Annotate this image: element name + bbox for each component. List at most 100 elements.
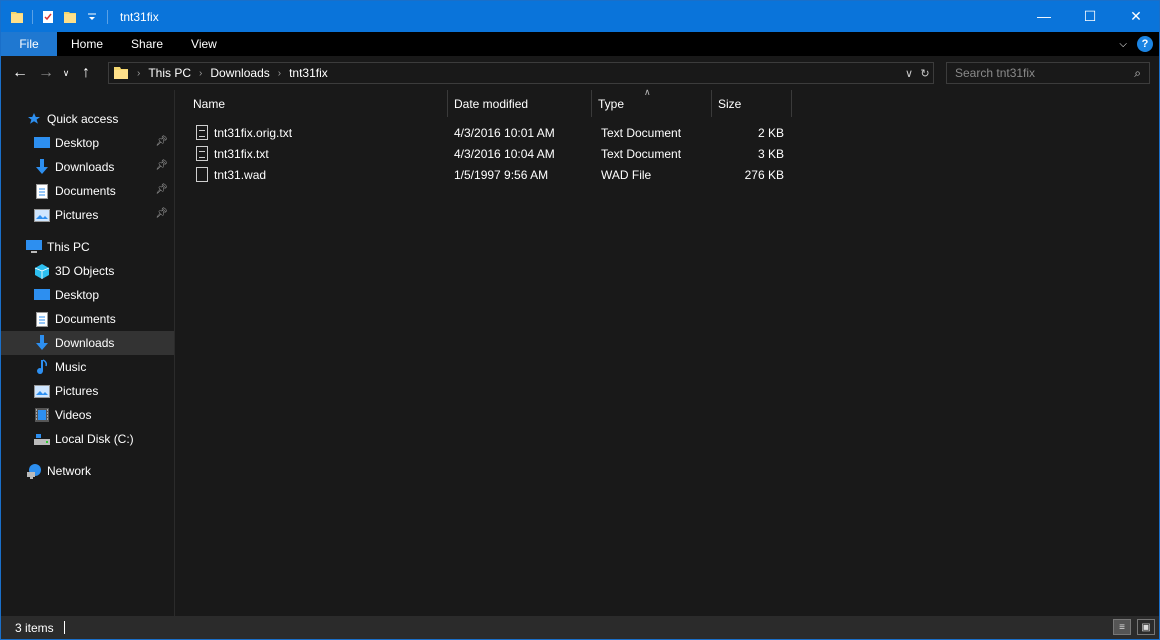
pin-icon[interactable]: 📌︎ (155, 208, 168, 219)
sidebar-item-quick-access[interactable]: Quick access (1, 107, 174, 131)
sidebar-item-3d-objects[interactable]: 3D Objects (1, 259, 174, 283)
search-input[interactable] (955, 66, 1125, 80)
file-size: 3 KB (757, 146, 784, 161)
minimize-button[interactable]: — (1021, 1, 1067, 31)
drive-icon (34, 431, 50, 447)
address-dropdown-icon[interactable]: ∨ (901, 67, 917, 80)
downloads-icon (34, 335, 50, 351)
column-header-size[interactable]: Size (712, 90, 792, 117)
sidebar-item-downloads[interactable]: Downloads 📌︎ (1, 155, 174, 179)
file-rows: tnt31fix.orig.txt 4/3/2016 10:01 AM Text… (176, 122, 784, 185)
pictures-icon (34, 383, 50, 399)
3d-objects-icon (34, 263, 50, 279)
sidebar-item-desktop[interactable]: Desktop (1, 283, 174, 307)
details-view-icon[interactable]: ≡ (1113, 619, 1131, 635)
folder-icon (114, 67, 128, 79)
tab-home[interactable]: Home (57, 32, 117, 56)
table-row[interactable]: tnt31fix.txt 4/3/2016 10:04 AM Text Docu… (176, 143, 784, 164)
divider (107, 9, 108, 24)
breadcrumb-tnt31fix[interactable]: tnt31fix (289, 66, 328, 80)
sidebar-item-label: Downloads (55, 160, 115, 174)
address-bar[interactable]: › This PC › Downloads › tnt31fix ∨ ↻ (108, 62, 934, 84)
sidebar-item-label: Desktop (55, 136, 100, 150)
sidebar-item-pictures[interactable]: Pictures (1, 379, 174, 403)
file-date: 1/5/1997 9:56 AM (454, 167, 549, 182)
breadcrumb-downloads[interactable]: Downloads (210, 66, 269, 80)
recent-locations-button[interactable]: ∨ (59, 59, 73, 87)
large-icons-view-icon[interactable]: ▣ (1137, 619, 1155, 635)
column-header-type[interactable]: Type ∧ (592, 87, 712, 117)
documents-icon (34, 311, 50, 327)
folder-icon (11, 11, 23, 23)
customize-toolbar-icon[interactable] (85, 10, 99, 24)
item-count: 3 items (15, 620, 54, 635)
column-header-name[interactable]: Name (176, 90, 448, 117)
file-size: 2 KB (757, 125, 784, 140)
sidebar-item-label: Music (55, 360, 87, 374)
search-icon[interactable]: ⌕ (1134, 66, 1141, 81)
sidebar-item-label: Downloads (55, 336, 115, 350)
tab-share[interactable]: Share (117, 32, 177, 56)
chevron-right-icon[interactable]: › (278, 68, 281, 79)
view-toggles: ≡ ▣ (1113, 619, 1155, 635)
star-icon (26, 111, 42, 127)
new-folder-icon[interactable] (63, 10, 77, 24)
column-header-label: Type (598, 96, 625, 111)
sidebar-item-local-disk[interactable]: Local Disk (C:) (1, 427, 174, 451)
divider (63, 621, 65, 634)
sidebar-item-label: Documents (55, 312, 116, 326)
column-headers: Name Date modified Type ∧ Size (176, 87, 1159, 117)
pin-icon[interactable]: 📌︎ (155, 136, 168, 147)
table-row[interactable]: tnt31fix.orig.txt 4/3/2016 10:01 AM Text… (176, 122, 784, 143)
divider (32, 9, 33, 24)
search-box[interactable]: ⌕ (946, 62, 1150, 84)
sidebar-item-videos[interactable]: Videos (1, 403, 174, 427)
sidebar-item-label: Quick access (47, 112, 119, 126)
sidebar-item-documents[interactable]: Documents 📌︎ (1, 179, 174, 203)
pin-icon[interactable]: 📌︎ (155, 160, 168, 171)
pictures-icon (34, 207, 50, 223)
sidebar-item-label: Network (47, 464, 92, 478)
sort-ascending-icon: ∧ (644, 87, 651, 97)
file-list: Name Date modified Type ∧ Size tnt31fix.… (176, 87, 1159, 616)
breadcrumb-this-pc[interactable]: This PC (148, 66, 191, 80)
ribbon-right: ⌵ ? (1119, 36, 1153, 52)
sidebar-item-label: Pictures (55, 384, 99, 398)
tab-file[interactable]: File (1, 32, 57, 56)
table-row[interactable]: tnt31.wad 1/5/1997 9:56 AM WAD File 276 … (176, 164, 784, 185)
maximize-button[interactable]: ☐ (1067, 1, 1113, 31)
file-name: tnt31fix.orig.txt (214, 125, 293, 140)
quick-access-toolbar (10, 9, 116, 24)
sidebar-item-network[interactable]: Network (1, 459, 174, 483)
file-name: tnt31.wad (214, 167, 267, 182)
desktop-icon (34, 135, 50, 151)
close-button[interactable]: ✕ (1113, 1, 1159, 31)
sidebar-item-this-pc[interactable]: This PC (1, 235, 174, 259)
ribbon-tabs: File Home Share View ⌵ ? (1, 32, 1159, 56)
sidebar-item-label: 3D Objects (55, 264, 115, 278)
music-icon (34, 359, 50, 375)
sidebar-item-documents[interactable]: Documents (1, 307, 174, 331)
desktop-icon (34, 287, 50, 303)
properties-icon[interactable] (41, 10, 55, 24)
refresh-icon[interactable]: ↻ (917, 67, 933, 80)
file-name: tnt31fix.txt (214, 146, 269, 161)
help-icon[interactable]: ? (1137, 36, 1153, 52)
sidebar-item-label: Videos (55, 408, 92, 422)
documents-icon (34, 183, 50, 199)
breadcrumb: This PC › Downloads › tnt31fix (148, 66, 327, 80)
sidebar-item-pictures[interactable]: Pictures 📌︎ (1, 203, 174, 227)
title-bar[interactable]: tnt31fix — ☐ ✕ (1, 1, 1159, 32)
computer-icon (26, 239, 42, 255)
forward-button[interactable]: → (33, 59, 59, 87)
sidebar-item-desktop[interactable]: Desktop 📌︎ (1, 131, 174, 155)
pin-icon[interactable]: 📌︎ (155, 184, 168, 195)
back-button[interactable]: ← (7, 59, 33, 87)
tab-view[interactable]: View (177, 32, 231, 56)
column-header-date-modified[interactable]: Date modified (448, 90, 592, 117)
sidebar-item-music[interactable]: Music (1, 355, 174, 379)
up-button[interactable]: ↑ (73, 59, 99, 87)
sidebar-item-downloads[interactable]: Downloads (1, 331, 174, 355)
expand-ribbon-icon[interactable]: ⌵ (1119, 39, 1127, 50)
chevron-right-icon[interactable]: › (199, 68, 202, 79)
